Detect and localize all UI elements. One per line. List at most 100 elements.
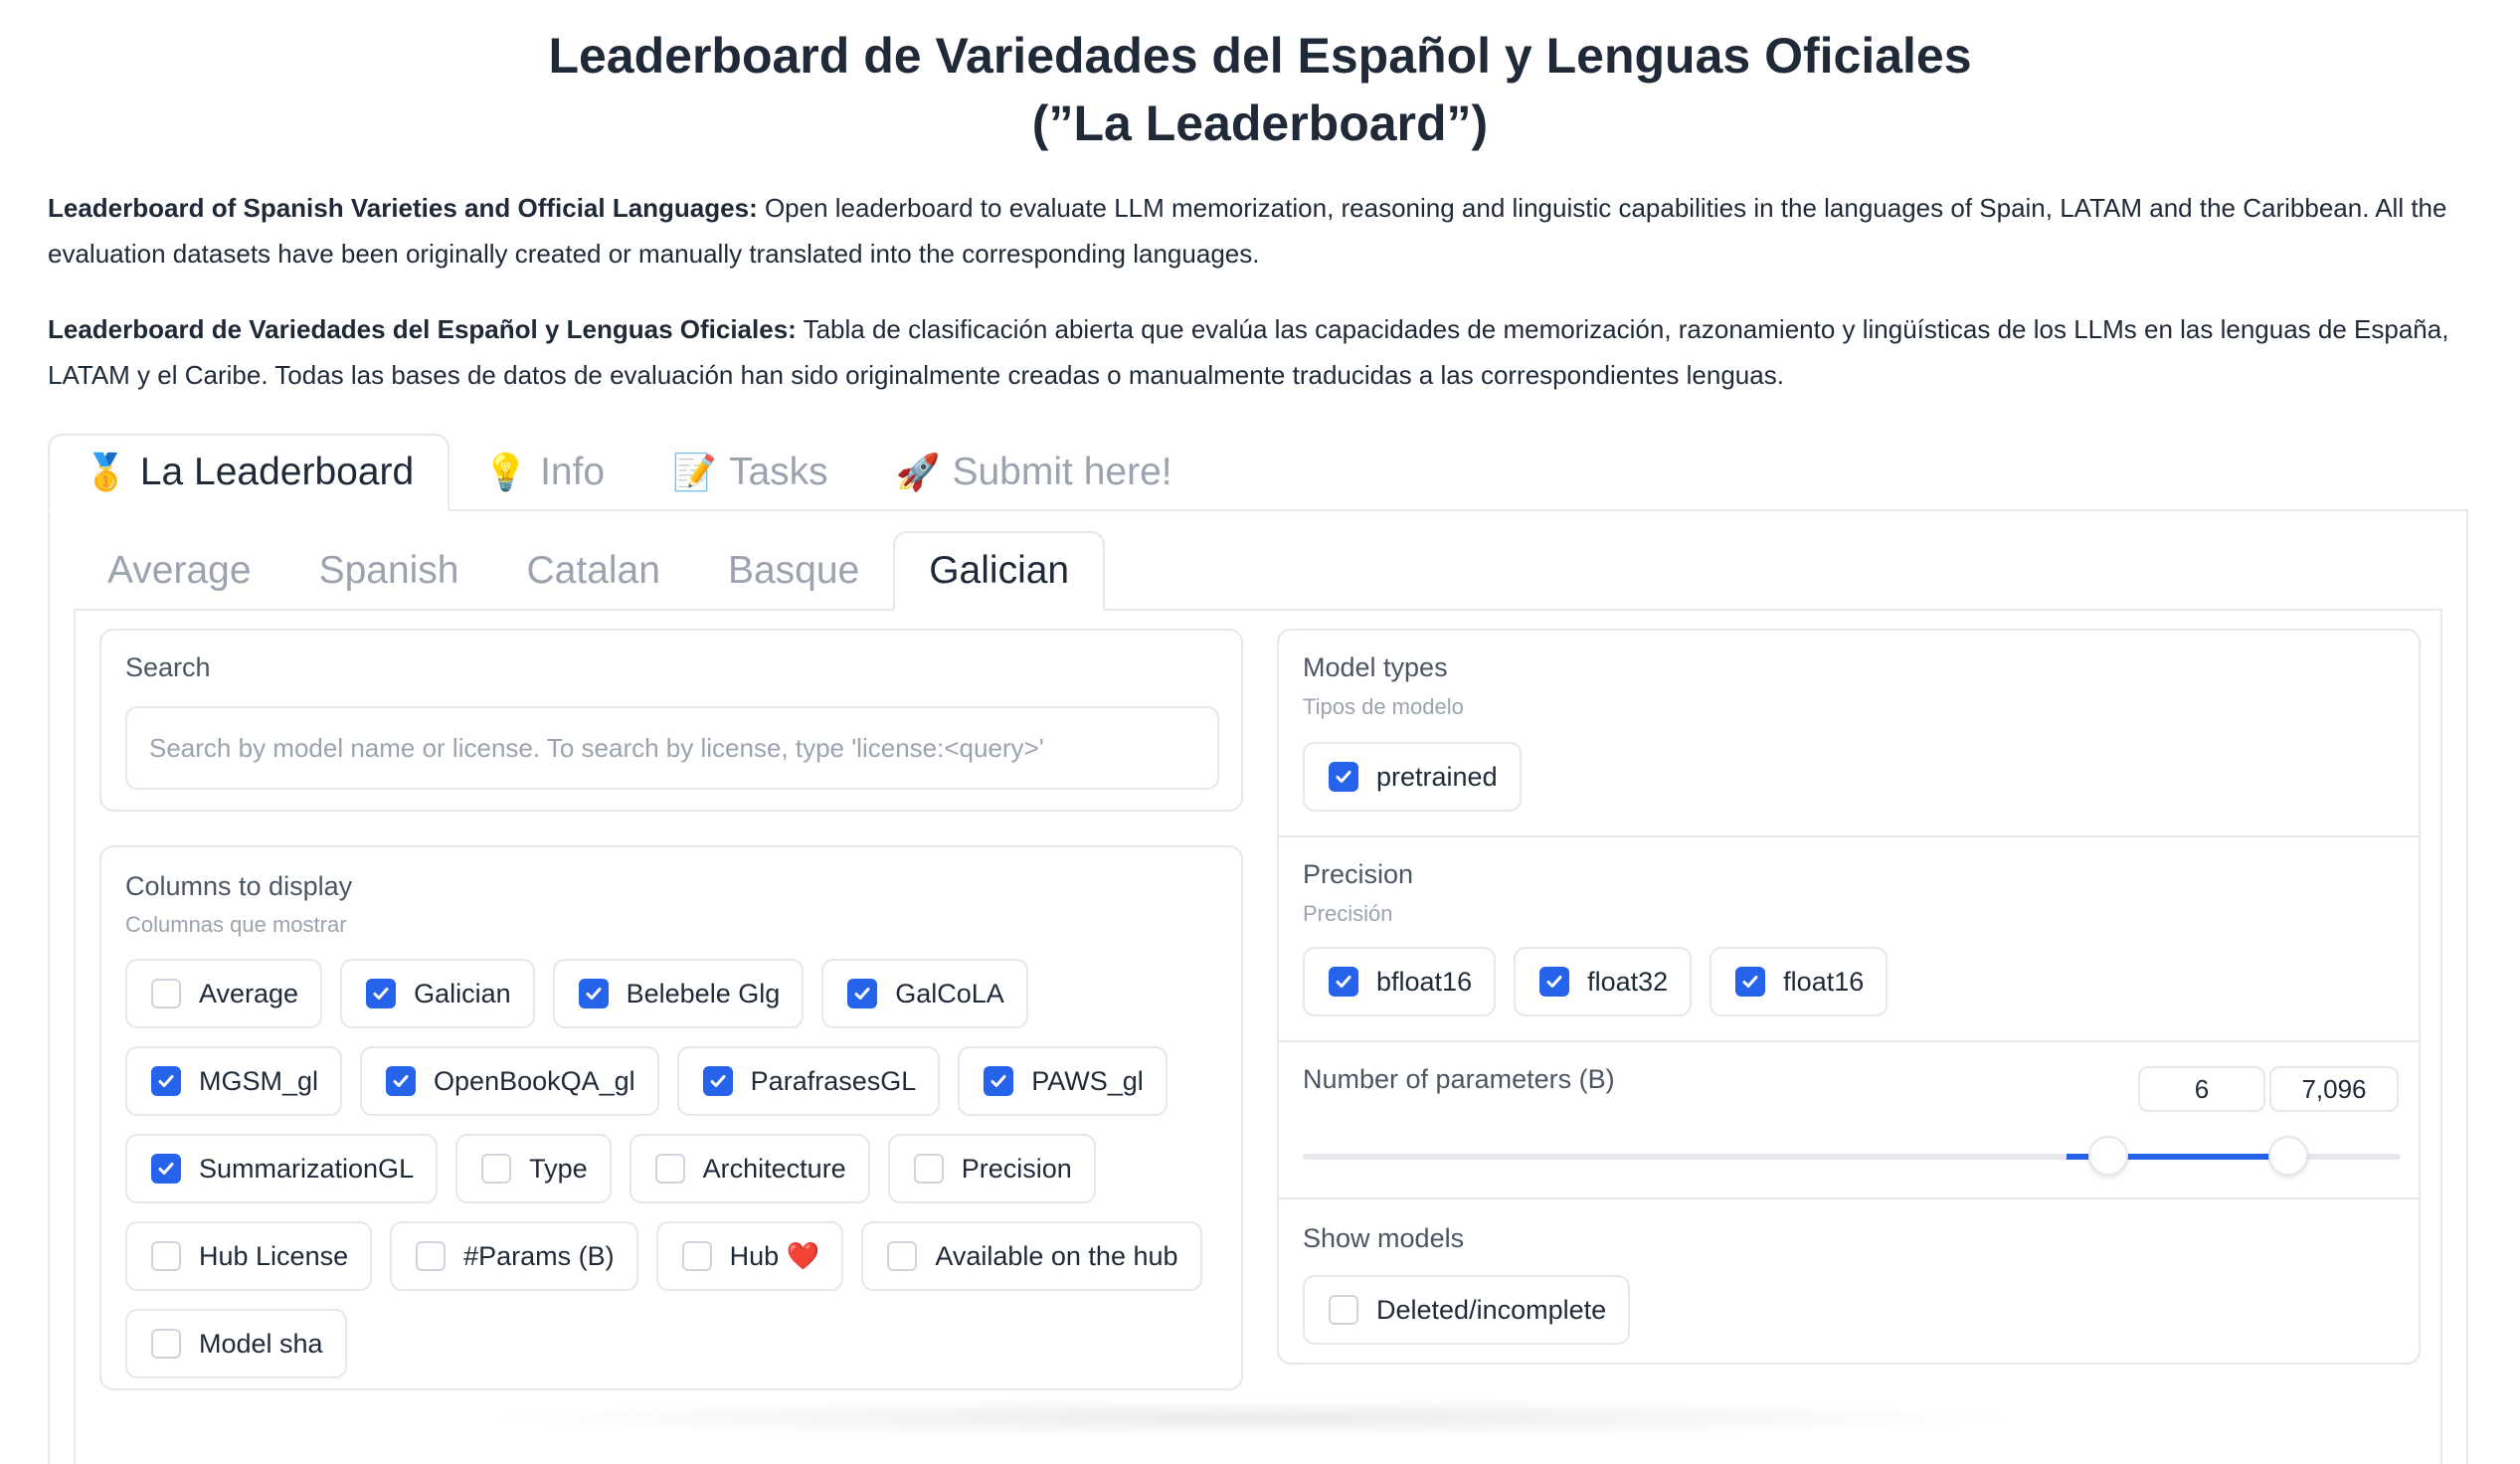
tab-label: Submit here! bbox=[952, 451, 1172, 493]
tab-catalan[interactable]: Catalan bbox=[493, 531, 694, 611]
checkbox-label: bfloat16 bbox=[1376, 966, 1473, 997]
precision-checkbox-float32[interactable]: float32 bbox=[1514, 947, 1693, 1016]
column-checkbox-paws-gl[interactable]: PAWS_gl bbox=[958, 1046, 1168, 1116]
model-types-sublabel: Tipos de modelo bbox=[1303, 694, 1464, 719]
column-checkbox-galcola[interactable]: GalCoLA bbox=[821, 959, 1028, 1028]
tab-info[interactable]: 💡 Info bbox=[450, 434, 638, 511]
precision-label: Precision bbox=[1303, 859, 1414, 889]
show-models-checkbox-group: Deleted/incomplete bbox=[1303, 1275, 1631, 1345]
search-label: Search bbox=[125, 652, 211, 682]
checkbox-label: Hub License bbox=[199, 1240, 349, 1271]
tab-submit[interactable]: 🚀 Submit here! bbox=[862, 434, 1206, 511]
checkbox-checked-icon[interactable] bbox=[366, 979, 397, 1008]
checkbox-unchecked-icon[interactable] bbox=[481, 1154, 512, 1184]
params-label: Number of parameters (B) bbox=[1303, 1064, 1615, 1094]
column-checkbox-params-b[interactable]: #Params (B) bbox=[390, 1221, 638, 1291]
checkbox-checked-icon[interactable] bbox=[702, 1066, 733, 1096]
page-title: Leaderboard de Variedades del Español y … bbox=[0, 0, 2520, 157]
checkbox-checked-icon[interactable] bbox=[984, 1066, 1014, 1096]
tab-la-leaderboard[interactable]: 🥇 La Leaderboard bbox=[48, 434, 450, 511]
checkbox-checked-icon[interactable] bbox=[847, 979, 878, 1008]
checkbox-checked-icon[interactable] bbox=[1329, 762, 1358, 792]
language-tab-bar: Average Spanish Catalan Basque Galician bbox=[74, 531, 1106, 611]
checkbox-label: Belebele Glg bbox=[626, 978, 781, 1008]
params-slider-track[interactable] bbox=[1303, 1136, 2401, 1176]
search-input[interactable] bbox=[125, 706, 1219, 790]
checkbox-unchecked-icon[interactable] bbox=[913, 1154, 944, 1184]
medal-icon: 🥇 bbox=[84, 452, 128, 492]
checkbox-unchecked-icon[interactable] bbox=[887, 1241, 918, 1271]
tab-galician[interactable]: Galician bbox=[893, 531, 1106, 611]
params-min-input[interactable] bbox=[2138, 1066, 2265, 1112]
checkbox-checked-icon[interactable] bbox=[1539, 967, 1570, 997]
checkbox-unchecked-icon[interactable] bbox=[151, 1329, 181, 1359]
column-checkbox-group: Average Galician Belebele Glg GalCoLA MGSM_g… bbox=[125, 959, 1229, 1378]
checkbox-label: ParafrasesGL bbox=[750, 1065, 917, 1096]
checkbox-unchecked-icon[interactable] bbox=[1329, 1295, 1358, 1325]
tab-spanish[interactable]: Spanish bbox=[285, 531, 493, 611]
tab-tasks[interactable]: 📝 Tasks bbox=[638, 434, 862, 511]
column-checkbox-architecture[interactable]: Architecture bbox=[629, 1134, 870, 1203]
checkbox-checked-icon[interactable] bbox=[578, 979, 609, 1008]
column-checkbox-available-on-the-hub[interactable]: Available on the hub bbox=[861, 1221, 1202, 1291]
tab-average[interactable]: Average bbox=[74, 531, 285, 611]
column-checkbox-precision[interactable]: Precision bbox=[887, 1134, 1096, 1203]
memo-icon: 📝 bbox=[672, 452, 717, 492]
params-slider-max-handle[interactable] bbox=[2268, 1136, 2309, 1176]
checkbox-label: Model sha bbox=[199, 1328, 323, 1359]
column-checkbox-mgsm-gl[interactable]: MGSM_gl bbox=[125, 1046, 343, 1116]
checkbox-checked-icon[interactable] bbox=[1735, 967, 1766, 997]
tab-basque[interactable]: Basque bbox=[694, 531, 893, 611]
leaderboard-page: Leaderboard de Variedades del Español y … bbox=[0, 0, 2520, 1464]
tab-label: Info bbox=[540, 451, 606, 493]
params-slider-min-handle[interactable] bbox=[2088, 1136, 2129, 1176]
column-checkbox-type[interactable]: Type bbox=[455, 1134, 612, 1203]
columns-panel: Columns to display Columnas que mostrar … bbox=[99, 845, 1243, 1390]
params-slider-range bbox=[2108, 1154, 2289, 1160]
params-max-input[interactable] bbox=[2269, 1066, 2399, 1112]
column-checkbox-galician[interactable]: Galician bbox=[340, 959, 535, 1028]
checkbox-unchecked-icon[interactable] bbox=[654, 1154, 685, 1184]
precision-checkbox-float16[interactable]: float16 bbox=[1710, 947, 1889, 1016]
lightbulb-icon: 💡 bbox=[483, 452, 529, 492]
show-models-section: Show models Deleted/incomplete bbox=[1279, 1197, 2419, 1367]
columns-label: Columns to display bbox=[125, 871, 353, 901]
checkbox-unchecked-icon[interactable] bbox=[416, 1241, 447, 1271]
precision-sublabel: Precisión bbox=[1303, 901, 1393, 926]
column-checkbox-openbookqa-gl[interactable]: OpenBookQA_gl bbox=[360, 1046, 659, 1116]
checkbox-label: Deleted/incomplete bbox=[1376, 1294, 1607, 1325]
intro-spanish: Leaderboard de Variedades del Español y … bbox=[48, 306, 2472, 398]
precision-section: Precision Precisión bfloat16 float32 float… bbox=[1279, 835, 2419, 1040]
columns-sublabel: Columnas que mostrar bbox=[125, 912, 347, 937]
column-checkbox-parafrasesgl[interactable]: ParafrasesGL bbox=[676, 1046, 941, 1116]
column-checkbox-hub-license[interactable]: Hub License bbox=[125, 1221, 373, 1291]
rocket-icon: 🚀 bbox=[895, 452, 941, 492]
checkbox-label: float32 bbox=[1587, 966, 1669, 997]
page-title-line2: (”La Leaderboard”) bbox=[1031, 95, 1489, 151]
checkbox-label: Average bbox=[199, 978, 299, 1008]
checkbox-checked-icon[interactable] bbox=[151, 1154, 181, 1184]
checkbox-label: OpenBookQA_gl bbox=[434, 1065, 635, 1096]
model-type-checkbox-pretrained[interactable]: pretrained bbox=[1303, 742, 1522, 812]
intro-english-bold: Leaderboard of Spanish Varieties and Off… bbox=[48, 193, 758, 223]
show-models-checkbox-deleted-incomplete[interactable]: Deleted/incomplete bbox=[1303, 1275, 1631, 1345]
intro-spanish-bold: Leaderboard de Variedades del Español y … bbox=[48, 314, 797, 344]
checkbox-checked-icon[interactable] bbox=[1329, 967, 1358, 997]
column-checkbox-belebele-glg[interactable]: Belebele Glg bbox=[552, 959, 805, 1028]
precision-checkbox-bfloat16[interactable]: bfloat16 bbox=[1303, 947, 1497, 1016]
checkbox-unchecked-icon[interactable] bbox=[151, 979, 181, 1008]
checkbox-label: SummarizationGL bbox=[199, 1153, 415, 1184]
main-tab-bar: 🥇 La Leaderboard 💡 Info 📝 Tasks 🚀 Submit… bbox=[48, 434, 1206, 511]
checkbox-unchecked-icon[interactable] bbox=[151, 1241, 181, 1271]
tab-label: Tasks bbox=[728, 451, 828, 493]
checkbox-checked-icon[interactable] bbox=[151, 1066, 181, 1096]
precision-checkbox-group: bfloat16 float32 float16 bbox=[1303, 947, 1889, 1016]
column-checkbox-summarizationgl[interactable]: SummarizationGL bbox=[125, 1134, 439, 1203]
params-slider-range-edge bbox=[2067, 1154, 2089, 1160]
checkbox-unchecked-icon[interactable] bbox=[681, 1241, 712, 1271]
column-checkbox-average[interactable]: Average bbox=[125, 959, 323, 1028]
column-checkbox-model-sha[interactable]: Model sha bbox=[125, 1309, 347, 1378]
checkbox-checked-icon[interactable] bbox=[386, 1066, 417, 1096]
filters-panel: Model types Tipos de modelo pretrained P… bbox=[1277, 629, 2421, 1365]
column-checkbox-hub[interactable]: Hub ❤️ bbox=[655, 1221, 844, 1291]
